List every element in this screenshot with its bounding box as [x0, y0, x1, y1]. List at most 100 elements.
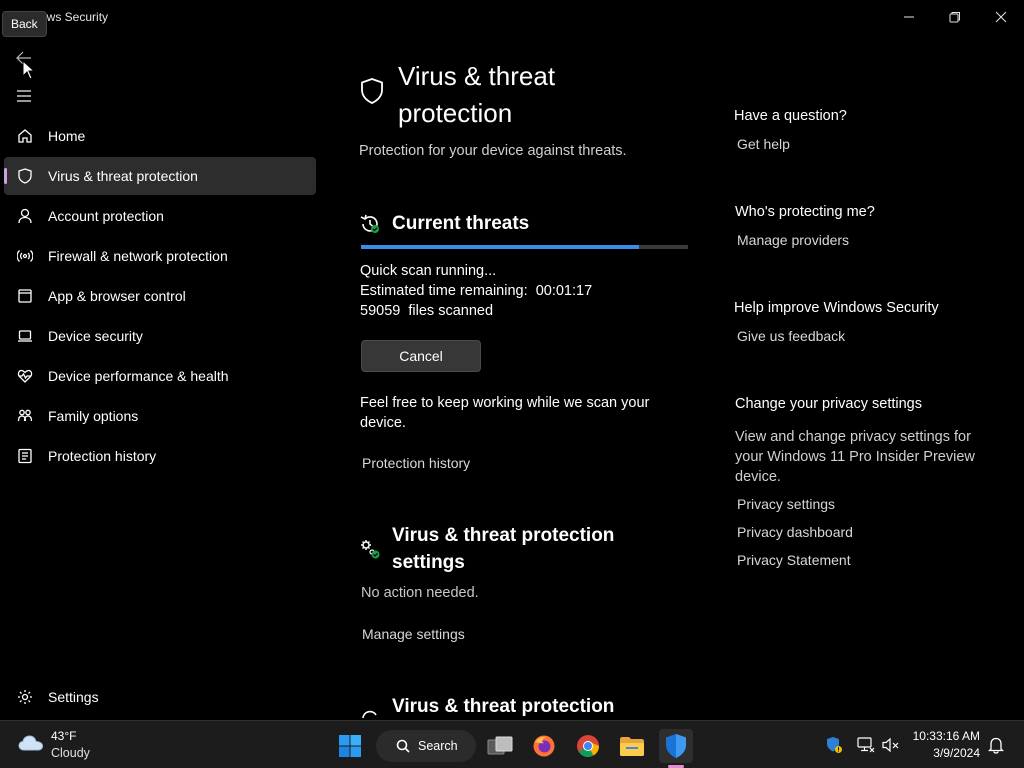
privacy-heading: Change your privacy settings: [735, 396, 922, 412]
sidebar-item-firewall[interactable]: Firewall & network protection: [4, 237, 316, 275]
start-button[interactable]: [333, 729, 367, 763]
sidebar-item-label: Device performance & health: [48, 368, 229, 384]
shield-icon: [16, 167, 34, 185]
cloud-icon[interactable]: [18, 733, 44, 753]
protection-history-link[interactable]: Protection history: [362, 455, 470, 471]
close-button[interactable]: [978, 2, 1024, 32]
manage-settings-link[interactable]: Manage settings: [362, 626, 465, 642]
update-refresh-icon: [362, 710, 377, 718]
sidebar-item-family-options[interactable]: Family options: [4, 397, 316, 435]
taskbar: 43°F Cloudy Search 10:33:16 AM 3/9/2024: [0, 720, 1024, 768]
settings-gears-icon: [361, 540, 380, 559]
question-heading: Have a question?: [734, 108, 847, 124]
files-count: 59059: [360, 303, 401, 319]
estimated-time-label: Estimated time remaining:: [360, 283, 528, 299]
protection-settings-heading: Virus & threat protection settings: [392, 525, 615, 573]
files-label: files scanned: [408, 303, 494, 319]
sidebar-item-protection-history[interactable]: Protection history: [4, 437, 316, 475]
title-bar: ows Security: [0, 0, 1024, 34]
sidebar-item-account-protection[interactable]: Account protection: [4, 197, 316, 235]
mouse-cursor-icon: [22, 60, 36, 80]
defender-tray-button[interactable]: [824, 735, 844, 755]
scan-progress-fill: [361, 245, 639, 249]
settings-label: Settings: [48, 689, 99, 705]
sidebar-item-home[interactable]: Home: [4, 117, 316, 155]
sidebar-item-label: Account protection: [48, 208, 164, 224]
files-scanned: 59059 files scanned: [360, 301, 493, 321]
chrome-icon: [577, 735, 599, 757]
close-icon: [995, 11, 1007, 23]
scan-status: Quick scan running...: [360, 263, 497, 279]
weather-temperature[interactable]: 43°F: [51, 729, 76, 743]
clock-time[interactable]: 10:33:16 AM: [908, 729, 980, 743]
heart-pulse-icon: [16, 367, 34, 385]
active-indicator: [4, 168, 7, 184]
bell-icon: [988, 737, 1004, 754]
search-label: Search: [418, 739, 458, 753]
privacy-statement-link[interactable]: Privacy Statement: [737, 552, 851, 568]
updates-section-clip: Virus & threat protection: [355, 690, 695, 718]
volume-tray-button[interactable]: [881, 735, 901, 755]
file-explorer-button[interactable]: [615, 729, 649, 763]
hamburger-menu-button[interactable]: [6, 81, 42, 111]
chrome-button[interactable]: [571, 729, 605, 763]
sidebar-item-settings[interactable]: Settings: [4, 678, 316, 716]
windows-logo-icon: [339, 735, 361, 757]
privacy-dashboard-link[interactable]: Privacy dashboard: [737, 524, 853, 540]
sidebar-item-app-browser-control[interactable]: App & browser control: [4, 277, 316, 315]
get-help-link[interactable]: Get help: [737, 136, 790, 152]
app-title: ows Security: [40, 10, 109, 24]
wireless-icon: [16, 247, 34, 265]
family-icon: [16, 407, 34, 425]
privacy-settings-link[interactable]: Privacy settings: [737, 496, 835, 512]
firefox-icon: [533, 735, 555, 757]
sidebar-item-device-security[interactable]: Device security: [4, 317, 316, 355]
speaker-muted-icon: [882, 737, 899, 753]
windows-security-taskbar-button[interactable]: [659, 729, 693, 763]
sidebar-item-label: Home: [48, 128, 86, 144]
scan-clock-icon: [360, 214, 379, 233]
weather-description[interactable]: Cloudy: [51, 746, 90, 760]
laptop-icon: [16, 327, 34, 345]
person-icon: [16, 207, 34, 225]
gear-icon: [16, 688, 34, 706]
defender-shield-icon: [827, 737, 842, 753]
restore-button[interactable]: [932, 2, 978, 32]
sidebar-item-virus-threat-protection[interactable]: Virus & threat protection: [4, 157, 316, 195]
estimated-time: Estimated time remaining: 00:01:17: [360, 281, 592, 301]
minimize-button[interactable]: [886, 2, 932, 32]
settings-status: No action needed.: [361, 585, 479, 601]
sidebar-item-label: Protection history: [48, 448, 157, 464]
cancel-scan-button[interactable]: Cancel: [361, 340, 481, 372]
scan-note: Feel free to keep working while we scan …: [360, 395, 650, 431]
task-view-button[interactable]: [483, 729, 517, 763]
sidebar-item-label: Device security: [48, 328, 143, 344]
improve-heading: Help improve Windows Security: [734, 300, 939, 316]
feedback-link[interactable]: Give us feedback: [737, 328, 845, 344]
taskbar-search-button[interactable]: Search: [376, 730, 476, 762]
sidebar-item-label: Firewall & network protection: [48, 248, 228, 264]
sidebar-item-device-performance[interactable]: Device performance & health: [4, 357, 316, 395]
back-tooltip: Back: [2, 11, 47, 37]
restore-icon: [949, 12, 960, 23]
notifications-button[interactable]: [986, 735, 1006, 755]
estimated-time-value: 00:01:17: [535, 283, 593, 299]
history-icon: [16, 447, 34, 465]
folder-icon: [620, 737, 644, 756]
app-window-icon: [16, 287, 34, 305]
scan-progress-bar: [361, 245, 688, 249]
page-subtitle: Protection for your device against threa…: [359, 143, 627, 159]
network-tray-button[interactable]: [856, 735, 876, 755]
manage-providers-link[interactable]: Manage providers: [737, 232, 849, 248]
privacy-description: View and change privacy settings for you…: [735, 429, 975, 485]
network-icon: [857, 737, 875, 753]
current-threats-heading: Current threats: [392, 213, 530, 234]
sidebar-item-label: Virus & threat protection: [48, 168, 198, 184]
hamburger-icon: [17, 90, 31, 102]
sidebar-item-label: Family options: [48, 408, 139, 424]
clock-date[interactable]: 3/9/2024: [908, 746, 980, 760]
task-view-icon: [487, 736, 513, 755]
firefox-button[interactable]: [527, 729, 561, 763]
sidebar-item-label: App & browser control: [48, 288, 186, 304]
search-icon: [396, 739, 410, 753]
